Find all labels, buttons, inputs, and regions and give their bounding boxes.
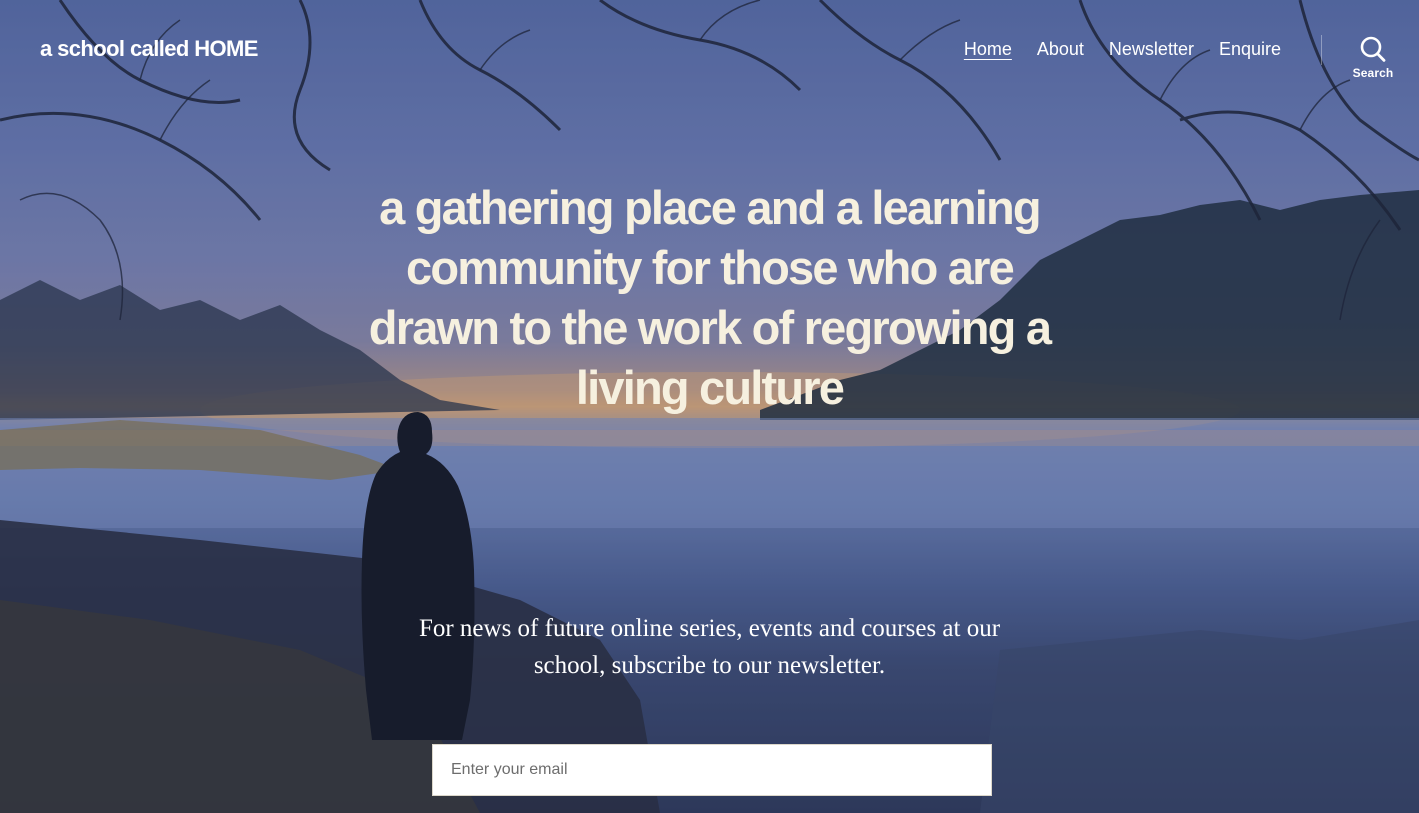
- site-title[interactable]: a school called HOME: [40, 34, 258, 64]
- nav-divider: [1321, 35, 1322, 65]
- subscribe-section: For news of future online series, events…: [0, 610, 1419, 684]
- subscribe-description: For news of future online series, events…: [418, 615, 1001, 679]
- nav-item-newsletter[interactable]: Newsletter: [1109, 37, 1194, 61]
- nav-item-home[interactable]: Home: [964, 37, 1012, 61]
- search-icon: [1360, 36, 1386, 62]
- primary-navigation: Home About Newsletter Enquire: [964, 37, 1281, 61]
- nav-item-enquire[interactable]: Enquire: [1219, 37, 1281, 61]
- search-label: Search: [1352, 66, 1394, 80]
- nav-item-about[interactable]: About: [1037, 37, 1084, 61]
- email-input[interactable]: [432, 744, 992, 796]
- hero-headline: a gathering place and a learning communi…: [368, 181, 1052, 414]
- search-toggle-button[interactable]: Search: [1342, 36, 1404, 88]
- hero-section: a gathering place and a learning communi…: [0, 178, 1419, 418]
